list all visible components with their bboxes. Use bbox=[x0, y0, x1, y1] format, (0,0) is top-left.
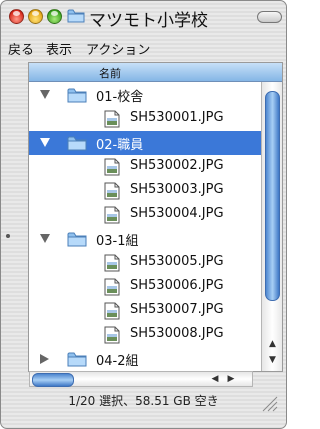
vertical-scroll-thumb[interactable] bbox=[265, 91, 280, 301]
scroll-up-arrow[interactable]: ▲ bbox=[262, 337, 282, 351]
file-row[interactable]: SH530001.JPG bbox=[29, 107, 262, 131]
file-row[interactable]: SH530002.JPG bbox=[29, 155, 262, 179]
status-bar: 1/20 選択、58.51 GB 空き bbox=[68, 394, 219, 408]
row-label: SH530008.JPG bbox=[130, 326, 224, 341]
row-label: 01-校舎 bbox=[96, 90, 144, 105]
title-bar[interactable]: マツモト小学校 bbox=[1, 1, 286, 31]
folder-row[interactable]: 01-校舎 bbox=[29, 83, 262, 107]
file-row[interactable]: SH530006.JPG bbox=[29, 275, 262, 299]
jpeg-file-icon bbox=[104, 206, 120, 224]
file-row[interactable]: SH530003.JPG bbox=[29, 179, 262, 203]
file-list: 名前 01-校舎 SH530001.JPG 02-職員 SH530002.JPG SH5… bbox=[28, 62, 283, 372]
row-label: SH530001.JPG bbox=[130, 110, 224, 125]
jpeg-file-icon bbox=[104, 110, 120, 128]
window-title: マツモト小学校 bbox=[89, 11, 208, 31]
row-label: SH530004.JPG bbox=[130, 206, 224, 221]
row-label: 03-1組 bbox=[96, 234, 139, 249]
jpeg-file-icon bbox=[104, 254, 120, 272]
close-button[interactable] bbox=[9, 9, 24, 24]
vertical-scrollbar[interactable]: ▲ ▼ bbox=[261, 82, 282, 371]
folder-row[interactable]: 04-2組 bbox=[29, 347, 262, 371]
minimize-button[interactable] bbox=[28, 9, 43, 24]
row-label: SH530003.JPG bbox=[130, 182, 224, 197]
row-label: SH530006.JPG bbox=[130, 278, 224, 293]
folder-row[interactable]: 03-1組 bbox=[29, 227, 262, 251]
row-label: SH530002.JPG bbox=[130, 158, 224, 173]
scroll-left-arrow[interactable]: ◀ bbox=[208, 372, 222, 386]
folder-row[interactable]: 02-職員 bbox=[29, 131, 262, 155]
horizontal-scroll-thumb[interactable] bbox=[32, 373, 74, 387]
toolbar-toggle-button[interactable] bbox=[257, 11, 282, 23]
action-menu[interactable]: アクション bbox=[86, 39, 150, 58]
resize-handle[interactable] bbox=[257, 391, 279, 413]
view-menu[interactable]: 表示 bbox=[46, 39, 72, 58]
toolbar: 戻る 表示 アクション bbox=[1, 39, 286, 59]
drawer-handle[interactable] bbox=[6, 234, 10, 238]
jpeg-file-icon bbox=[104, 182, 120, 200]
jpeg-file-icon bbox=[104, 278, 120, 296]
file-row[interactable]: SH530005.JPG bbox=[29, 251, 262, 275]
column-header-label: 名前 bbox=[99, 67, 121, 80]
scroll-right-arrow[interactable]: ▶ bbox=[224, 372, 238, 386]
jpeg-file-icon bbox=[104, 326, 120, 344]
zoom-button[interactable] bbox=[47, 9, 62, 24]
row-label: 02-職員 bbox=[96, 138, 144, 153]
folder-icon bbox=[67, 232, 87, 247]
outline-rows: 01-校舎 SH530001.JPG 02-職員 SH530002.JPG SH5300… bbox=[29, 83, 262, 371]
disclosure-closed-icon[interactable] bbox=[40, 354, 49, 364]
folder-icon bbox=[67, 352, 87, 367]
scroll-down-arrow[interactable]: ▼ bbox=[262, 353, 282, 367]
folder-icon bbox=[67, 9, 85, 23]
disclosure-open-icon[interactable] bbox=[40, 90, 50, 99]
disclosure-open-icon[interactable] bbox=[40, 138, 50, 147]
jpeg-file-icon bbox=[104, 158, 120, 176]
column-header-name[interactable]: 名前 bbox=[29, 63, 282, 82]
horizontal-scrollbar[interactable]: ◀ ▶ bbox=[29, 371, 253, 387]
folder-icon bbox=[67, 136, 87, 151]
jpeg-file-icon bbox=[104, 302, 120, 320]
file-row[interactable]: SH530007.JPG bbox=[29, 299, 262, 323]
finder-window: マツモト小学校 戻る 表示 アクション 名前 01-校舎 SH530001.JPG… bbox=[0, 0, 287, 429]
folder-icon bbox=[67, 88, 87, 103]
row-label: SH530005.JPG bbox=[130, 254, 224, 269]
back-button[interactable]: 戻る bbox=[8, 39, 34, 58]
file-row[interactable]: SH530004.JPG bbox=[29, 203, 262, 227]
row-label: SH530007.JPG bbox=[130, 302, 224, 317]
file-row[interactable]: SH530008.JPG bbox=[29, 323, 262, 347]
disclosure-open-icon[interactable] bbox=[40, 234, 50, 243]
row-label: 04-2組 bbox=[96, 354, 139, 369]
